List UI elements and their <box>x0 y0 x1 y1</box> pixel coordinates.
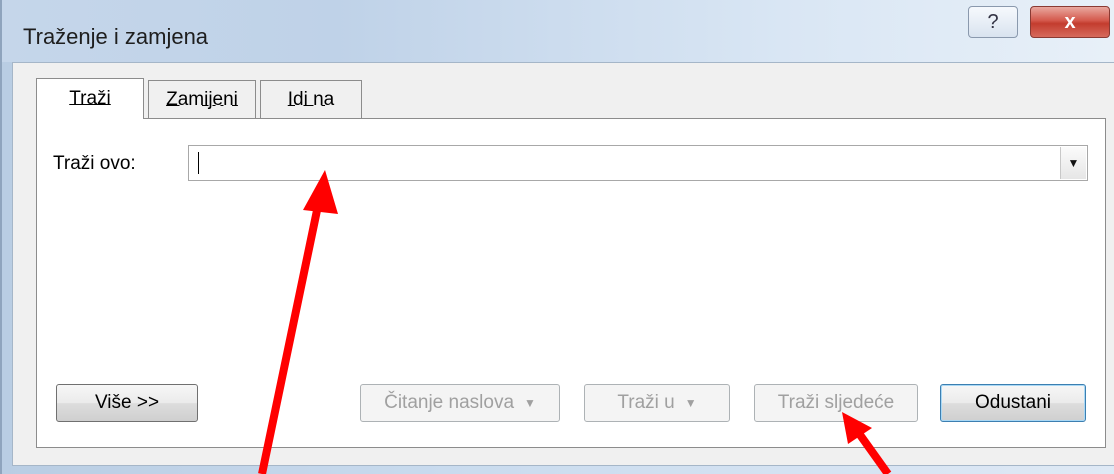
find-in-label: Traži u <box>617 392 675 413</box>
find-next-button[interactable]: Traži sljedeće <box>754 384 918 422</box>
tab-goto[interactable]: Idi na <box>260 80 362 118</box>
tab-goto-label: Idi na <box>287 88 335 110</box>
text-caret <box>198 152 199 174</box>
help-icon: ? <box>987 10 999 33</box>
chevron-down-icon: ▼ <box>1067 156 1080 170</box>
reading-highlight-button[interactable]: Čitanje naslova ▼ <box>360 384 560 422</box>
find-in-button[interactable]: Traži u ▼ <box>584 384 730 422</box>
find-history-dropdown[interactable]: ▼ <box>1060 147 1086 179</box>
find-next-label: Traži sljedeće <box>777 392 895 413</box>
tab-find-label: Traži <box>69 88 111 109</box>
help-button[interactable]: ? <box>968 6 1018 38</box>
dialog-title: Traženje i zamjena <box>23 24 209 49</box>
close-icon: x <box>1064 10 1076 33</box>
tab-find[interactable]: Traži <box>36 78 144 119</box>
find-what-label: Traži ovo: <box>53 153 136 174</box>
more-button[interactable]: Više >> <box>56 384 198 422</box>
close-button[interactable]: x <box>1030 6 1110 38</box>
chevron-down-icon: ▼ <box>524 396 536 410</box>
tab-replace-label: Zamijeni <box>166 88 238 110</box>
find-what-input[interactable]: ▼ <box>188 145 1088 181</box>
chevron-down-icon: ▼ <box>684 396 697 410</box>
more-button-label: Više >> <box>94 392 160 413</box>
reading-highlight-label: Čitanje naslova <box>384 392 515 413</box>
tab-replace[interactable]: Zamijeni <box>148 80 256 118</box>
cancel-button[interactable]: Odustani <box>940 384 1086 422</box>
cancel-label: Odustani <box>974 392 1052 413</box>
title-bar[interactable]: Traženje i zamjena ? x <box>2 0 1114 62</box>
find-replace-dialog: Traženje i zamjena ? x Traži Zamijeni Id… <box>0 0 1114 474</box>
